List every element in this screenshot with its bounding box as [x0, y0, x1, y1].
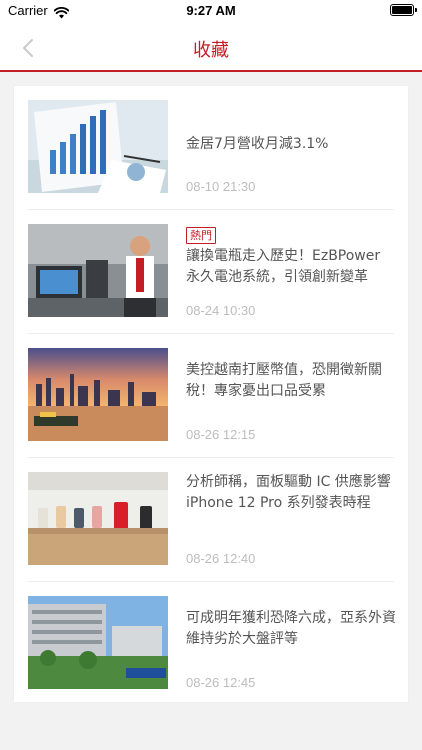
article-time: 08-24 10:30 — [186, 303, 256, 318]
page-title: 收藏 — [193, 40, 229, 61]
article-time: 08-26 12:45 — [186, 675, 256, 690]
favorites-list: 金居7月營收月減3.1% 08-10 21:30 熱門 讓換電瓶走入歷史！EzB… — [14, 86, 408, 702]
article-body: 金居7月營收月減3.1% 08-10 21:30 — [186, 100, 396, 194]
battery-icon — [390, 4, 417, 16]
article-time: 08-26 12:15 — [186, 427, 256, 442]
article-thumbnail — [28, 596, 168, 689]
article-title: 讓換電瓶走入歷史！EzBPower 永久電池系統，引領創新變革 — [186, 248, 381, 285]
article-time: 08-26 12:40 — [186, 551, 256, 566]
article-thumbnail — [28, 100, 168, 193]
article-body: 可成明年獲利恐降六成，亞系外資維持劣於大盤評等 08-26 12:45 — [186, 596, 396, 690]
article-title: 分析師稱，面板驅動 IC 供應影響 iPhone 12 Pro 系列發表時程 — [186, 474, 391, 511]
article-title: 金居7月營收月減3.1% — [186, 136, 329, 152]
navigation-bar: 收藏 — [0, 24, 422, 72]
list-item[interactable]: 可成明年獲利恐降六成，亞系外資維持劣於大盤評等 08-26 12:45 — [14, 582, 408, 702]
status-bar: Carrier 9:27 AM — [0, 0, 422, 24]
list-item[interactable]: 分析師稱，面板驅動 IC 供應影響 iPhone 12 Pro 系列發表時程 0… — [14, 458, 408, 582]
list-item[interactable]: 美控越南打壓幣值，恐開徵新關稅！專家憂出口品受累 08-26 12:15 — [14, 334, 408, 458]
hot-badge: 熱門 — [186, 227, 216, 244]
article-title: 美控越南打壓幣值，恐開徵新關稅！專家憂出口品受累 — [186, 362, 382, 399]
article-thumbnail — [28, 472, 168, 565]
article-body: 分析師稱，面板驅動 IC 供應影響 iPhone 12 Pro 系列發表時程 0… — [186, 472, 396, 566]
list-item[interactable]: 金居7月營收月減3.1% 08-10 21:30 — [14, 86, 408, 210]
article-thumbnail — [28, 224, 168, 317]
article-title: 可成明年獲利恐降六成，亞系外資維持劣於大盤評等 — [186, 610, 396, 647]
article-body: 美控越南打壓幣值，恐開徵新關稅！專家憂出口品受累 08-26 12:15 — [186, 348, 396, 442]
article-body: 熱門 讓換電瓶走入歷史！EzBPower 永久電池系統，引領創新變革 08-24… — [186, 224, 396, 318]
article-thumbnail — [28, 348, 168, 441]
status-time: 9:27 AM — [186, 3, 236, 18]
list-item[interactable]: 熱門 讓換電瓶走入歷史！EzBPower 永久電池系統，引領創新變革 08-24… — [14, 210, 408, 334]
article-time: 08-10 21:30 — [186, 179, 256, 194]
